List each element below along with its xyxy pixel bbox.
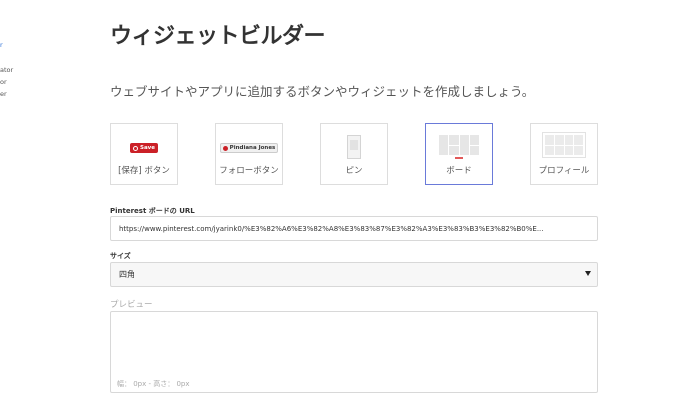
widget-option-label: ピン [345, 166, 363, 176]
board-preview-icon [439, 135, 479, 155]
widget-option-board[interactable]: ボード [425, 123, 493, 185]
board-preview-bar [455, 157, 463, 159]
sidebar-item-generator[interactable]: ator [0, 66, 13, 74]
widget-option-label: フォローボタン [219, 166, 279, 176]
chevron-down-icon [585, 271, 591, 276]
board-url-label: Pinterest ボードの URL [110, 207, 195, 215]
widget-option-label: ボード [446, 166, 472, 176]
sidebar-item-active[interactable]: r [0, 41, 3, 49]
follow-preview-text: Pindiana Jones [229, 145, 276, 151]
sidebar-item-creator[interactable]: or [0, 78, 7, 86]
size-label: サイズ [110, 252, 131, 260]
pin-preview-icon [347, 135, 361, 159]
size-select[interactable]: 四角 [110, 262, 598, 287]
save-button-preview: Save [130, 143, 158, 153]
widget-option-profile[interactable]: プロフィール [530, 123, 598, 185]
preview-area: 幅： 0px - 高さ： 0px [110, 311, 598, 393]
sidebar-item-builder[interactable]: er [0, 90, 7, 98]
preview-label: プレビュー [110, 300, 153, 310]
sidebar-nav: r ator or er [0, 0, 30, 400]
follow-button-preview: Pindiana Jones [220, 143, 278, 153]
pinterest-icon [222, 145, 228, 151]
widget-option-label: プロフィール [538, 166, 590, 176]
save-preview-text: Save [140, 145, 155, 151]
pinterest-icon [133, 145, 138, 151]
preview-dimensions: 幅： 0px - 高さ： 0px [117, 380, 190, 388]
board-url-input[interactable]: https://www.pinterest.com/jyarink0/%E3%8… [110, 216, 598, 241]
profile-preview-icon [542, 132, 586, 158]
page-subtitle: ウェブサイトやアプリに追加するボタンやウィジェットを作成しましょう。 [110, 84, 535, 99]
widget-option-label: [保存] ボタン [118, 166, 170, 176]
widget-option-follow-button[interactable]: Pindiana Jones フォローボタン [215, 123, 283, 185]
widget-option-save-button[interactable]: Save [保存] ボタン [110, 123, 178, 185]
page-title: ウィジェットビルダー [110, 24, 326, 49]
widget-option-pin[interactable]: ピン [320, 123, 388, 185]
size-select-value: 四角 [119, 270, 135, 279]
widget-type-selector: Save [保存] ボタン Pindiana Jones フォローボタン ピン … [110, 123, 599, 185]
